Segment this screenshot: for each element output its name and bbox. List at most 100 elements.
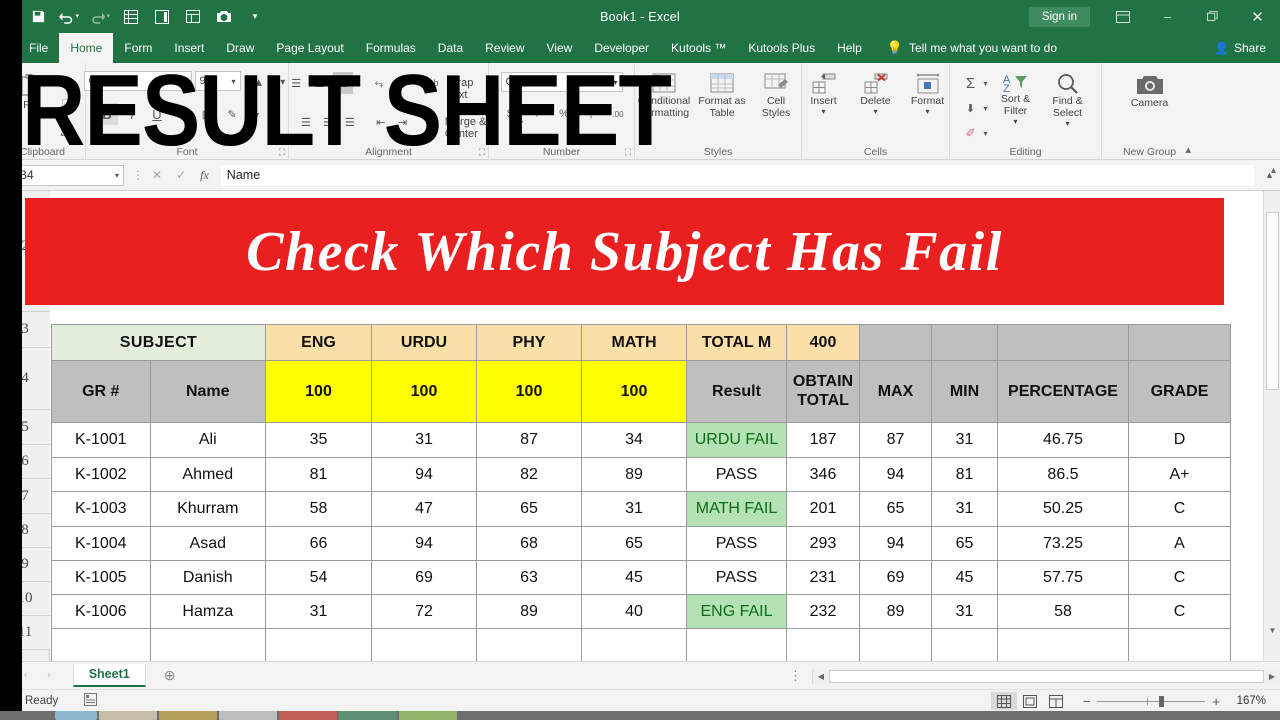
cell-result[interactable]: ENG FAIL (686, 594, 787, 629)
font-dialog-launcher-icon[interactable]: ⛶ (279, 147, 285, 158)
cell-eng[interactable]: 81 (265, 457, 372, 492)
taskbar-item[interactable] (279, 711, 337, 720)
table-row[interactable]: K-1006 Hamza 31 72 89 40 ENG FAIL 232 89… (51, 594, 1231, 629)
ribbon-display-options-icon[interactable] (1100, 0, 1145, 33)
collapse-formula-bar-icon[interactable]: ▴ (1271, 165, 1276, 176)
fill-icon[interactable]: ⬇ (959, 97, 981, 119)
fill-color-icon[interactable]: ✎ (221, 103, 243, 125)
tab-developer[interactable]: Developer (583, 33, 660, 63)
cell-name[interactable]: Ahmed (149, 457, 266, 492)
vertical-scroll-thumb[interactable] (1266, 212, 1279, 390)
cell-empty[interactable] (149, 628, 266, 661)
cell-empty[interactable] (931, 628, 998, 661)
chevron-down-icon[interactable]: ▾ (246, 103, 268, 125)
cell-empty[interactable] (51, 628, 151, 661)
cell-eng[interactable]: 54 (265, 560, 372, 595)
chevron-down-icon[interactable]: ▾ (925, 107, 929, 116)
sign-in-button[interactable]: Sign in (1028, 6, 1090, 27)
header-gr[interactable]: GR # (51, 360, 151, 423)
header-eng[interactable]: ENG (265, 324, 372, 361)
restore-button[interactable] (1190, 0, 1235, 33)
table-row[interactable]: K-1005 Danish 54 69 63 45 PASS 231 69 45… (51, 560, 1231, 595)
format-as-table-button[interactable]: Format as Table (697, 69, 747, 119)
number-dialog-launcher-icon[interactable]: ⛶ (625, 147, 631, 158)
chevron-down-icon[interactable]: ▾ (1065, 119, 1069, 128)
tell-me-box[interactable]: 💡 Tell me what you want to do (887, 33, 1057, 63)
chevron-down-icon[interactable]: ▾ (983, 104, 987, 113)
start-button[interactable] (55, 711, 97, 720)
cell-min[interactable]: 65 (931, 526, 998, 561)
cell-pct[interactable]: 57.75 (997, 560, 1129, 595)
cell-empty[interactable] (686, 628, 787, 661)
cell-gr[interactable]: K-1005 (51, 560, 151, 595)
taskbar-item[interactable] (219, 711, 277, 720)
cell-max[interactable]: 89 (859, 594, 932, 629)
cell-result[interactable]: URDU FAIL (686, 422, 787, 458)
header-eng-max[interactable]: 100 (265, 360, 372, 423)
increase-decimal-icon[interactable]: .00 (607, 103, 629, 125)
cell-max[interactable]: 94 (859, 526, 932, 561)
cell-empty[interactable] (581, 628, 687, 661)
cell-empty[interactable] (371, 628, 477, 661)
cell-obtain[interactable]: 201 (786, 491, 860, 527)
cell-obtain[interactable]: 346 (786, 457, 860, 492)
header-min[interactable]: MIN (931, 360, 998, 423)
cell-math[interactable]: 65 (581, 526, 687, 561)
tab-data[interactable]: Data (427, 33, 474, 63)
cell-min[interactable]: 31 (931, 422, 998, 458)
name-box[interactable]: B4 ▾ (14, 164, 124, 186)
collapse-ribbon-icon[interactable]: ▴ (1185, 143, 1191, 156)
previous-sheet-button[interactable]: ‹ (24, 670, 27, 681)
tab-form[interactable]: Form (113, 33, 163, 63)
increase-indent-icon[interactable]: ⇥ (394, 111, 412, 133)
cell-math[interactable]: 89 (581, 457, 687, 492)
page-layout-icon[interactable] (1017, 692, 1043, 710)
wrap-text-icon[interactable]: ab (424, 72, 443, 94)
font-size-input[interactable]: 9 ▾ (194, 71, 241, 91)
orientation-icon[interactable]: ⥆ (369, 72, 388, 94)
cell-obtain[interactable]: 231 (786, 560, 860, 595)
autosum-icon[interactable]: Σ (959, 72, 981, 94)
zoom-level-label[interactable]: 167% (1232, 695, 1266, 707)
tab-page-layout[interactable]: Page Layout (265, 33, 354, 63)
zoom-slider[interactable]: − + (1083, 694, 1220, 709)
cell-phy[interactable]: 82 (476, 457, 582, 492)
scroll-left-button[interactable]: ◀ (813, 672, 829, 681)
cell-obtain[interactable]: 293 (786, 526, 860, 561)
cell-gr[interactable]: K-1003 (51, 491, 151, 527)
chevron-down-icon[interactable]: ▾ (983, 129, 987, 138)
taskbar-item[interactable] (99, 711, 157, 720)
cell-empty[interactable] (859, 628, 932, 661)
vertical-scrollbar[interactable]: ▴ ▲ ▼ (1263, 165, 1280, 661)
cell-gr[interactable]: K-1004 (51, 526, 151, 561)
header-phy-max[interactable]: 100 (476, 360, 582, 423)
cell-min[interactable]: 31 (931, 594, 998, 629)
cell-result[interactable]: PASS (686, 457, 787, 492)
accessibility-checker-icon[interactable] (84, 692, 98, 709)
cell-min[interactable]: 45 (931, 560, 998, 595)
chevron-down-icon[interactable]: ▾ (873, 107, 877, 116)
percent-format-icon[interactable]: % (553, 103, 575, 125)
merge-center-icon[interactable]: ◫ (423, 111, 441, 133)
chevron-down-icon[interactable]: ▾ (613, 78, 617, 87)
cell-max[interactable]: 69 (859, 560, 932, 595)
cell-urdu[interactable]: 94 (371, 526, 477, 561)
cell-grade[interactable]: C (1128, 491, 1231, 527)
taskbar-item[interactable] (159, 711, 217, 720)
insert-cells-button[interactable]: Insert ▾ (802, 69, 846, 116)
header-phy[interactable]: PHY (476, 324, 582, 361)
cell-phy[interactable]: 87 (476, 422, 582, 458)
zoom-in-button[interactable]: + (1212, 694, 1220, 709)
close-button[interactable]: ✕ (1235, 0, 1280, 33)
camera-button[interactable]: Camera (1120, 69, 1180, 109)
cell-empty[interactable] (1128, 628, 1231, 661)
cell-urdu[interactable]: 94 (371, 457, 477, 492)
currency-format-icon[interactable]: $ (499, 103, 521, 125)
cell-gr[interactable]: K-1002 (51, 457, 151, 492)
tab-help[interactable]: Help (826, 33, 873, 63)
table-row[interactable]: K-1003 Khurram 58 47 65 31 MATH FAIL 201… (51, 491, 1231, 527)
header-urdu[interactable]: URDU (371, 324, 477, 361)
chevron-down-icon[interactable]: ▾ (182, 77, 186, 86)
header-max[interactable]: MAX (859, 360, 932, 423)
cell-math[interactable]: 40 (581, 594, 687, 629)
